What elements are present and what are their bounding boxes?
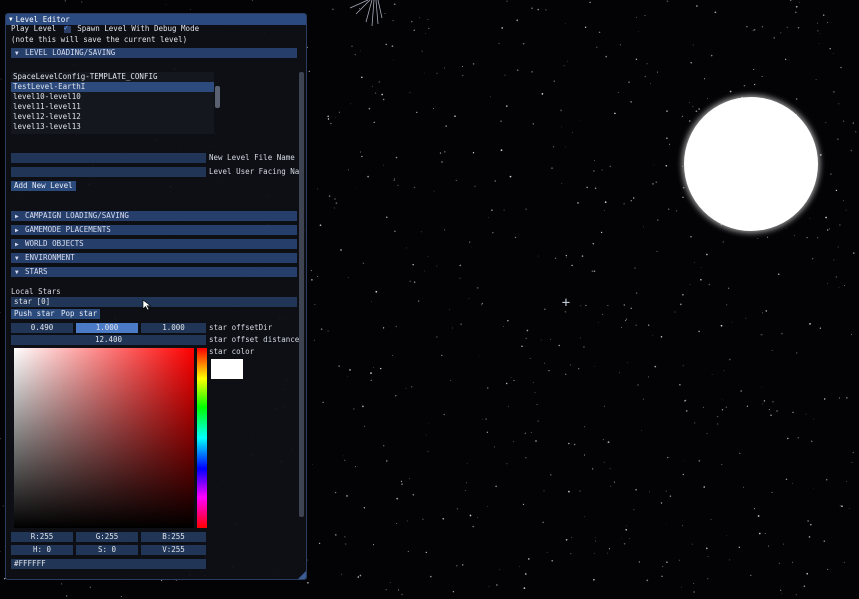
offset-dir-label: star offsetDir: [209, 323, 273, 332]
header-gamemode[interactable]: ▶ GAMEMODE PLACEMENTS: [11, 225, 297, 235]
header-level-loading[interactable]: ▼ LEVEL LOADING/SAVING: [11, 48, 297, 58]
resize-grip-icon[interactable]: [298, 571, 306, 579]
window-title: Level Editor: [15, 14, 70, 24]
hue-slider[interactable]: [197, 348, 207, 528]
light-burst: [349, 0, 383, 27]
local-stars-label: Local Stars: [11, 287, 61, 296]
add-new-level-button[interactable]: Add New Level: [11, 181, 76, 191]
chevron-right-icon: ▶: [15, 227, 19, 234]
level-list-item[interactable]: level13-level13: [11, 122, 214, 132]
offset-distance-input[interactable]: 12.400: [11, 335, 206, 345]
level-list-item[interactable]: TestLevel-EarthI: [11, 82, 214, 92]
spawn-debug-label: Spawn Level With Debug Mode: [77, 24, 200, 33]
level-list-item[interactable]: SpaceLevelConfig-TEMPLATE_CONFIG: [11, 72, 214, 82]
level-editor-window[interactable]: ▼ Level Editor Play Level Spawn Level Wi…: [5, 13, 307, 580]
header-campaign[interactable]: ▶ CAMPAIGN LOADING/SAVING: [11, 211, 297, 221]
crosshair-icon: +: [561, 295, 571, 311]
color-swatch[interactable]: [211, 359, 243, 379]
chevron-down-icon: ▼: [15, 50, 19, 57]
saturation-input[interactable]: S: 0: [76, 545, 138, 555]
level-listbox[interactable]: SpaceLevelConfig-TEMPLATE_CONFIG TestLeve…: [11, 72, 214, 134]
header-world-objects[interactable]: ▶ WORLD OBJECTS: [11, 239, 297, 249]
header-label: WORLD OBJECTS: [25, 239, 84, 248]
spawn-debug-checkbox[interactable]: [63, 23, 71, 33]
new-level-file-name-label: New Level File Name: [209, 153, 295, 162]
level-user-facing-name-input[interactable]: [11, 167, 206, 177]
mouse-cursor-icon: [142, 299, 152, 311]
save-note: (note this will save the current level): [11, 35, 188, 44]
offset-distance-label: star offset distance: [209, 335, 300, 344]
header-label: STARS: [25, 267, 48, 276]
blue-input[interactable]: B:255: [141, 532, 206, 542]
chevron-right-icon: ▶: [15, 213, 19, 220]
window-scrollbar[interactable]: [299, 72, 304, 517]
offset-dir-z-input[interactable]: 1.000: [141, 323, 206, 333]
level-list-item[interactable]: level12-level12: [11, 112, 214, 122]
chevron-down-icon: ▼: [15, 269, 19, 276]
offset-dir-x-input[interactable]: 0.490: [11, 323, 73, 333]
collapse-arrow-icon[interactable]: ▼: [9, 15, 13, 25]
header-label: LEVEL LOADING/SAVING: [25, 48, 116, 57]
value-input[interactable]: V:255: [141, 545, 206, 555]
planet-sun: [684, 97, 818, 231]
window-content: Play Level Spawn Level With Debug Mode (…: [9, 23, 304, 579]
chevron-right-icon: ▶: [15, 241, 19, 248]
header-label: CAMPAIGN LOADING/SAVING: [25, 211, 129, 220]
level-list-scrollbar[interactable]: [215, 86, 220, 108]
current-star-selector[interactable]: star [0]: [11, 297, 297, 307]
new-level-file-name-input[interactable]: [11, 153, 206, 163]
hue-input[interactable]: H: 0: [11, 545, 73, 555]
green-input[interactable]: G:255: [76, 532, 138, 542]
level-user-facing-name-label: Level User Facing Nam: [209, 167, 304, 176]
chevron-down-icon: ▼: [15, 255, 19, 262]
play-options-row: Play Level Spawn Level With Debug Mode: [11, 23, 200, 34]
header-label: ENVIRONMENT: [25, 253, 75, 262]
offset-dir-y-input[interactable]: 1.000: [76, 323, 138, 333]
red-input[interactable]: R:255: [11, 532, 73, 542]
saturation-value-picker[interactable]: [14, 348, 194, 528]
level-list-item[interactable]: level10-level10: [11, 92, 214, 102]
header-environment[interactable]: ▼ ENVIRONMENT: [11, 253, 297, 263]
level-list-item[interactable]: level11-level11: [11, 102, 214, 112]
hex-input[interactable]: #FFFFFF: [11, 559, 206, 569]
header-label: GAMEMODE PLACEMENTS: [25, 225, 111, 234]
header-stars[interactable]: ▼ STARS: [11, 267, 297, 277]
star-color-label: star color: [209, 347, 255, 356]
pop-star-button[interactable]: Pop star: [58, 309, 101, 319]
push-star-button[interactable]: Push star: [11, 309, 58, 319]
play-level-button[interactable]: Play Level: [11, 24, 56, 33]
